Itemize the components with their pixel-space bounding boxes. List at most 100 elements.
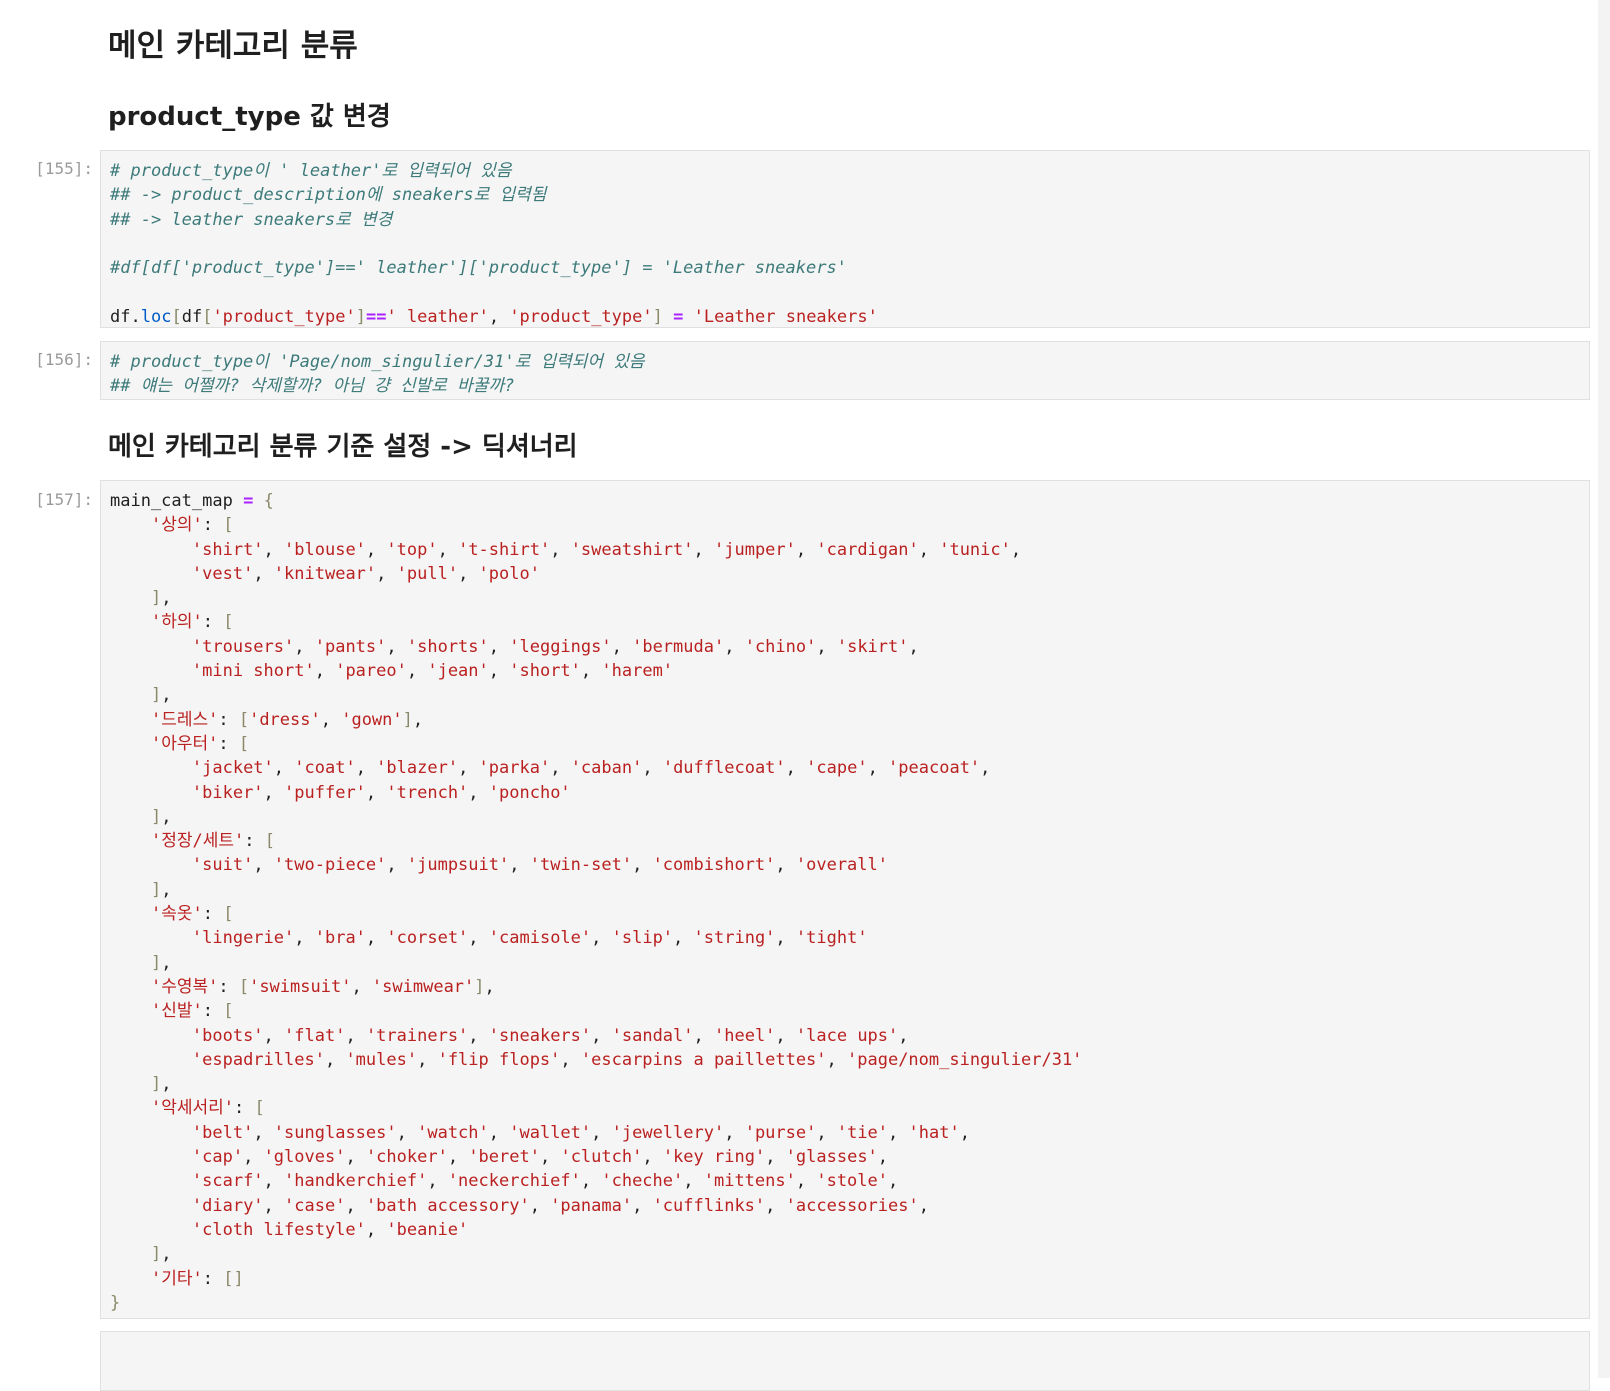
list-string: 'glasses' — [785, 1147, 878, 1168]
code-cell-156[interactable]: # product_type이 'Page/nom_singulier/31'로… — [100, 341, 1590, 400]
variable-name: main_cat_map — [110, 491, 233, 511]
list-string: 'bermuda' — [632, 636, 725, 657]
list-string: 'peacoat' — [888, 758, 981, 779]
list-string: 'sandal' — [611, 1025, 694, 1046]
list-string: 'heel' — [714, 1025, 776, 1046]
code-comment: ## -> leather sneakers로 변경 — [110, 209, 393, 230]
list-string: 'corset' — [386, 928, 469, 949]
list-string: 'short' — [509, 661, 581, 682]
list-string: 'bath accessory' — [365, 1195, 530, 1216]
list-string: 'cloth lifestyle' — [191, 1219, 366, 1240]
code-bracket: [ — [254, 1098, 265, 1119]
code-cell-next[interactable] — [100, 1331, 1590, 1391]
code-bracket: ] — [150, 1074, 162, 1095]
code-comment: ## 얘는 어쩔까? 삭제할까? 아님 걍 신발로 바꿀까? — [110, 376, 515, 397]
list-string: 'twin-set' — [529, 855, 633, 876]
code-bracket: ] — [150, 952, 162, 973]
list-string: 'neckerchief' — [447, 1171, 581, 1192]
list-string: 'accessories' — [785, 1195, 919, 1216]
list-string: 'jumpsuit' — [406, 855, 510, 876]
list-string: 'combishort' — [652, 855, 776, 876]
list-string: 'handkerchief' — [284, 1171, 428, 1192]
code-operator: = — [673, 306, 684, 327]
list-string: 'blouse' — [284, 539, 366, 560]
list-string: 'shorts' — [406, 636, 489, 657]
code-bracket: ] — [150, 685, 162, 706]
list-string: 'coat' — [294, 758, 356, 779]
list-string: 'jumper' — [714, 539, 796, 560]
list-string: 'swimsuit' — [249, 976, 352, 997]
dict-key: '드레스' — [150, 709, 219, 730]
code-bracket: [ — [223, 1268, 234, 1289]
list-string: 'poncho' — [488, 782, 571, 803]
code-cell-155[interactable]: # product_type이 ' leather'로 입력되어 있음 ## -… — [100, 150, 1590, 328]
code-token: df — [110, 306, 131, 327]
list-string: 'mittens' — [703, 1171, 796, 1192]
list-string: 'sweatshirt' — [570, 539, 694, 560]
list-string: 'beret' — [468, 1147, 540, 1168]
list-string: 'sneakers' — [488, 1025, 592, 1046]
code-editor-157[interactable]: main_cat_map = { '상의': [ 'shirt', 'blous… — [101, 481, 1589, 1323]
section-heading-main: 메인 카테고리 분류 — [108, 28, 358, 64]
code-bracket: ] — [402, 709, 413, 730]
dict-key: '상의' — [150, 515, 203, 536]
list-string: 'flip flops' — [437, 1049, 561, 1070]
code-bracket: [ — [223, 612, 234, 633]
code-bracket: ] — [233, 1268, 244, 1289]
scrollbar-track[interactable] — [1598, 0, 1610, 1378]
list-string: 'hat' — [908, 1122, 960, 1143]
dict-key: '아우터' — [150, 733, 219, 754]
list-string: 'knitwear' — [273, 563, 377, 584]
dict-key: '기타' — [150, 1268, 203, 1289]
list-string: 'puffer' — [284, 782, 366, 803]
code-string: 'Leather sneakers' — [693, 306, 878, 327]
list-string: 'skirt' — [836, 636, 909, 657]
list-string: 'swimwear' — [371, 976, 475, 997]
code-bracket: ] — [474, 976, 485, 997]
list-string: 'cardigan' — [816, 539, 919, 560]
list-string: 'bra' — [314, 928, 366, 949]
list-string: 'trousers' — [191, 636, 295, 657]
code-editor-155[interactable]: # product_type이 ' leather'로 입력되어 있음 ## -… — [101, 151, 1589, 337]
list-string: 'escarpins a paillettes' — [580, 1049, 827, 1070]
code-operator: = — [243, 491, 254, 511]
code-bracket: [ — [238, 709, 250, 730]
list-string: 'clutch' — [560, 1147, 643, 1168]
list-string: 'tight' — [795, 928, 868, 949]
code-bracket: ] — [150, 1244, 162, 1265]
list-string: 'jacket' — [191, 758, 274, 779]
code-comment: # product_type이 'Page/nom_singulier/31'로… — [110, 352, 645, 372]
list-string: 'panama' — [550, 1195, 633, 1216]
list-string: 'overall' — [795, 855, 888, 876]
code-string: 'product_type' — [212, 306, 356, 327]
list-string: 'pants' — [314, 636, 387, 657]
code-editor-156[interactable]: # product_type이 'Page/nom_singulier/31'로… — [101, 342, 1589, 407]
list-string: 'string' — [693, 928, 776, 949]
list-string: 'lingerie' — [191, 928, 295, 949]
code-brace: } — [110, 1292, 121, 1313]
list-string: 'diary' — [191, 1195, 264, 1216]
code-comment: # product_type이 ' leather'로 입력되어 있음 — [110, 161, 512, 181]
dict-key: '속옷' — [150, 904, 203, 925]
list-string: 'pull' — [396, 563, 459, 584]
list-string: 'mules' — [345, 1049, 418, 1070]
code-brace: { — [263, 491, 274, 511]
list-string: 'choker' — [365, 1147, 448, 1168]
section-heading-product-type: product_type 값 변경 — [108, 102, 391, 132]
code-operator: == — [365, 306, 387, 327]
cell-prompt-155: [155]: — [35, 159, 93, 178]
list-string: 'suit' — [191, 855, 254, 876]
code-cell-157[interactable]: main_cat_map = { '상의': [ 'shirt', 'blous… — [100, 480, 1590, 1319]
list-string: 'vest' — [191, 563, 254, 584]
list-string: 'beanie' — [386, 1219, 469, 1240]
list-string: 'flat' — [284, 1025, 346, 1046]
list-string: 'gown' — [341, 709, 403, 730]
code-bracket: ] — [150, 588, 162, 609]
list-string: 'chino' — [744, 636, 817, 657]
code-bracket: [ — [223, 1001, 234, 1022]
dict-key: '신발' — [150, 1001, 203, 1022]
list-string: 'slip' — [611, 928, 674, 949]
list-string: 'page/nom_singulier/31' — [847, 1049, 1083, 1070]
code-token: loc — [140, 306, 172, 327]
dict-key: '정장/세트' — [150, 831, 245, 852]
